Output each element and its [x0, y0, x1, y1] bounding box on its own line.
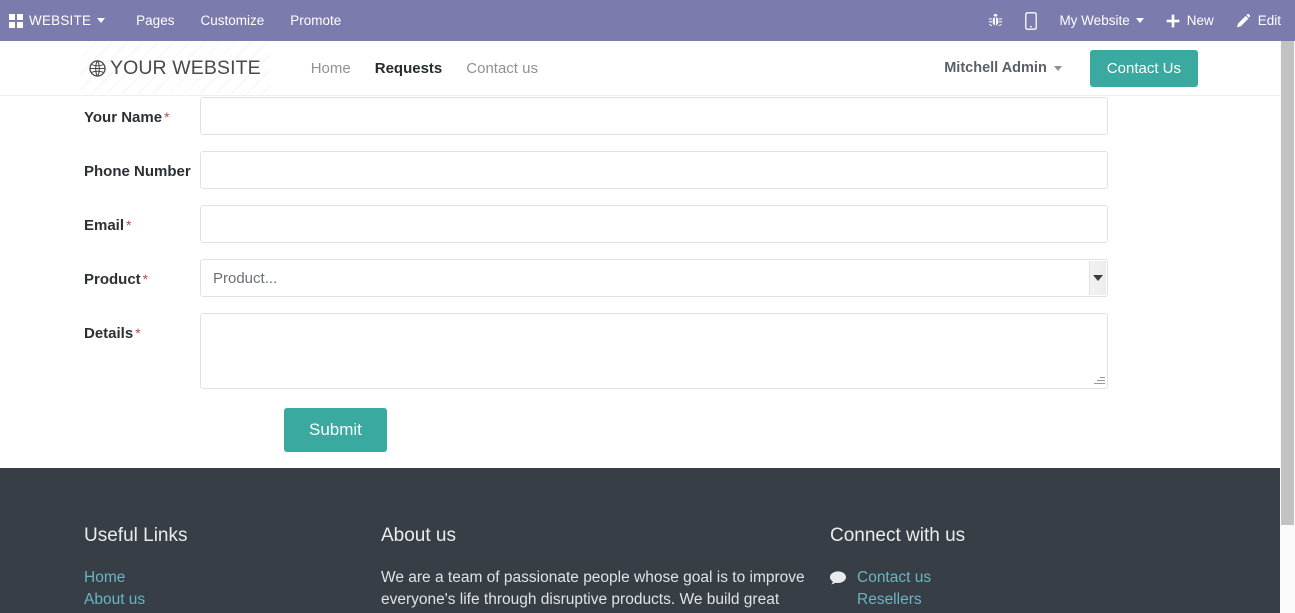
label-details: Details *: [0, 313, 200, 342]
field-your-name-control: [200, 97, 1108, 135]
site-nav: Home Requests Contact us: [299, 60, 550, 77]
menu-item-pages[interactable]: Pages: [123, 13, 187, 28]
site-logo-text: YOUR WEBSITE: [110, 56, 261, 79]
menu-item-promote[interactable]: Promote: [277, 13, 354, 28]
footer-link-contact-us[interactable]: Contact us: [857, 567, 931, 589]
phone-number-input[interactable]: [200, 151, 1108, 189]
mobile-preview-icon[interactable]: [1025, 11, 1038, 30]
footer-column-useful-links: Useful Links Home About us: [0, 525, 190, 611]
odoo-bar-right: My Website New Edit: [966, 11, 1295, 30]
odoo-app-name[interactable]: WEBSITE: [29, 13, 91, 28]
new-button-label: New: [1186, 13, 1214, 28]
label-your-name-text: Your Name: [84, 109, 163, 126]
footer-link-about-us[interactable]: About us: [84, 589, 190, 611]
site-footer: Useful Links Home About us About us We a…: [0, 468, 1280, 613]
footer-heading-useful-links: Useful Links: [84, 525, 188, 546]
request-form: Your Name * Phone Number Email * Product…: [0, 97, 1280, 452]
new-button[interactable]: New: [1166, 13, 1214, 28]
textarea-resize-grip[interactable]: [1093, 373, 1105, 385]
required-marker: *: [142, 271, 149, 287]
nav-item-contact-us[interactable]: Contact us: [454, 60, 550, 77]
email-input[interactable]: [200, 205, 1108, 243]
apps-grid-icon[interactable]: [9, 13, 23, 28]
footer-column-connect: Connect with us Contact us Resellers: [760, 525, 965, 611]
footer-link-home[interactable]: Home: [84, 567, 190, 589]
globe-icon: [88, 59, 107, 78]
form-row-phone-number: Phone Number: [0, 151, 1280, 189]
required-marker: *: [164, 109, 170, 125]
site-logo[interactable]: YOUR WEBSITE: [80, 42, 270, 94]
form-row-product: Product * Product...: [0, 259, 1280, 297]
label-email-text: Email: [84, 217, 125, 234]
vertical-scrollbar[interactable]: [1280, 41, 1295, 613]
label-your-name: Your Name *: [0, 97, 200, 126]
website-header: YOUR WEBSITE Home Requests Contact us Mi…: [0, 41, 1280, 96]
bug-icon[interactable]: [988, 13, 1003, 29]
footer-contact-row: Contact us: [830, 567, 965, 589]
footer-column-about: About us We are a team of passionate peo…: [190, 525, 805, 611]
required-marker: *: [126, 217, 132, 233]
header-right-group: Mitchell Admin Contact Us: [944, 49, 1280, 87]
contact-us-button[interactable]: Contact Us: [1089, 49, 1198, 87]
footer-about-text: We are a team of passionate people whose…: [381, 569, 805, 608]
edit-button[interactable]: Edit: [1236, 13, 1281, 28]
website-selector[interactable]: My Website: [1059, 13, 1144, 28]
label-details-text: Details: [84, 325, 134, 342]
chevron-down-icon[interactable]: [97, 18, 106, 23]
user-menu-label: Mitchell Admin: [944, 60, 1047, 76]
label-email: Email *: [0, 205, 200, 234]
nav-item-home[interactable]: Home: [299, 60, 363, 77]
submit-button[interactable]: Submit: [284, 408, 387, 452]
user-menu[interactable]: Mitchell Admin: [944, 60, 1062, 76]
comment-bubble-icon: [830, 570, 846, 586]
label-product-text: Product: [84, 271, 141, 288]
scrollbar-thumb[interactable]: [1281, 41, 1294, 525]
label-phone-number: Phone Number: [0, 151, 200, 180]
field-email-control: [200, 205, 1108, 243]
footer-heading-about-us: About us: [381, 525, 456, 546]
field-phone-number-control: [200, 151, 1108, 189]
your-name-input[interactable]: [200, 97, 1108, 135]
field-details-control: [200, 313, 1108, 389]
product-select[interactable]: Product...: [200, 259, 1108, 297]
nav-item-requests[interactable]: Requests: [363, 60, 455, 77]
form-row-details: Details *: [0, 313, 1280, 389]
footer-heading-connect-with-us: Connect with us: [830, 525, 966, 546]
field-product-control: Product...: [200, 259, 1108, 297]
menu-item-customize[interactable]: Customize: [187, 13, 277, 28]
required-marker: *: [135, 325, 141, 341]
select-dropdown-arrow-icon[interactable]: [1089, 261, 1106, 295]
page-viewport: YOUR WEBSITE Home Requests Contact us Mi…: [0, 0, 1280, 613]
odoo-system-bar: WEBSITE Pages Customize Promote My Websi…: [0, 0, 1295, 41]
odoo-bar-menu: Pages Customize Promote: [123, 13, 354, 28]
details-textarea[interactable]: [200, 313, 1108, 389]
form-row-your-name: Your Name *: [0, 97, 1280, 135]
plus-icon: [1166, 14, 1180, 28]
label-phone-number-text: Phone Number: [84, 163, 191, 180]
edit-button-label: Edit: [1257, 13, 1281, 28]
label-product: Product *: [0, 259, 200, 288]
form-row-email: Email *: [0, 205, 1280, 243]
website-selector-label: My Website: [1059, 13, 1130, 28]
chevron-down-icon: [1053, 65, 1062, 71]
chevron-down-icon: [1135, 18, 1144, 23]
pencil-icon: [1236, 13, 1251, 28]
odoo-bar-left: WEBSITE Pages Customize Promote: [0, 13, 354, 28]
browser-page: YOUR WEBSITE Home Requests Contact us Mi…: [0, 0, 1295, 613]
footer-link-resellers[interactable]: Resellers: [830, 589, 965, 611]
